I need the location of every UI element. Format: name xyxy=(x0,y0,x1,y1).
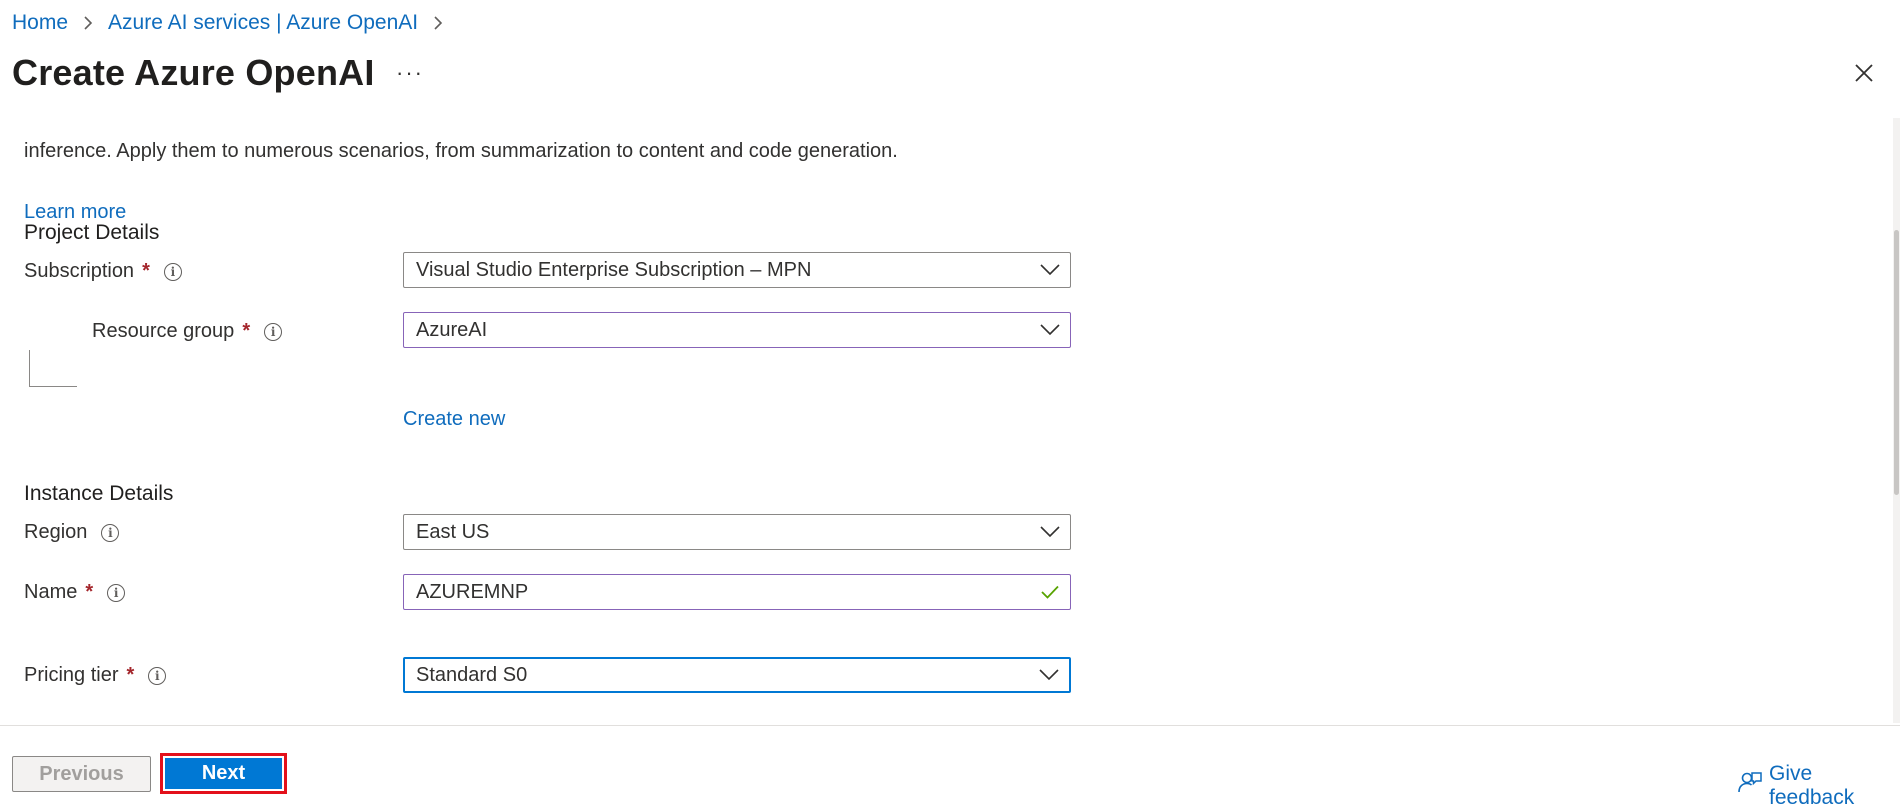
pricing-tier-value: Standard S0 xyxy=(416,663,528,686)
page-title: Create Azure OpenAI xyxy=(12,52,375,93)
info-icon[interactable]: i xyxy=(264,322,283,341)
required-asterisk: * xyxy=(85,581,94,603)
feedback-icon xyxy=(1737,770,1769,802)
close-icon[interactable] xyxy=(1852,61,1876,85)
clipped-text-line xyxy=(24,118,984,122)
required-asterisk: * xyxy=(142,260,150,282)
resource-group-label: Resource group * i xyxy=(92,320,283,343)
resource-group-value: AzureAI xyxy=(416,318,488,341)
tree-connector-horizontal xyxy=(29,386,77,387)
subscription-label-text: Subscription xyxy=(24,260,135,282)
chevron-down-icon xyxy=(1039,669,1059,681)
breadcrumb-azure-ai-services-link[interactable]: Azure AI services | Azure OpenAI xyxy=(108,11,418,35)
pricing-tier-label-text: Pricing tier xyxy=(24,664,119,686)
form-content[interactable]: inference. Apply them to numerous scenar… xyxy=(0,118,1900,723)
previous-button[interactable]: Previous xyxy=(12,756,151,792)
checkmark-icon xyxy=(1040,584,1060,600)
give-feedback-link[interactable]: Give feedback xyxy=(1737,762,1900,810)
next-button[interactable]: Next xyxy=(165,758,282,789)
scrollbar-thumb[interactable] xyxy=(1894,230,1899,495)
name-input[interactable]: AZUREMNP xyxy=(403,574,1071,610)
required-asterisk: * xyxy=(242,320,251,342)
info-icon[interactable]: i xyxy=(101,523,120,542)
give-feedback-text: Give feedback xyxy=(1769,762,1855,809)
chevron-right-icon xyxy=(82,15,94,31)
name-label-text: Name xyxy=(24,581,78,603)
subscription-value: Visual Studio Enterprise Subscription – … xyxy=(416,258,812,281)
pricing-tier-dropdown[interactable]: Standard S0 xyxy=(403,657,1071,693)
region-label: Region i xyxy=(24,521,120,544)
description-text: inference. Apply them to numerous scenar… xyxy=(24,140,898,162)
region-label-text: Region xyxy=(24,521,88,543)
region-dropdown[interactable]: East US xyxy=(403,514,1071,550)
region-value: East US xyxy=(416,520,490,543)
tree-connector-vertical xyxy=(29,350,30,386)
resource-group-label-text: Resource group xyxy=(92,320,235,342)
instance-details-heading: Instance Details xyxy=(24,482,174,505)
chevron-right-icon xyxy=(432,15,444,31)
footer-divider xyxy=(0,725,1900,726)
subscription-label: Subscription * i xyxy=(24,260,182,283)
name-label: Name * i xyxy=(24,581,126,604)
chevron-down-icon xyxy=(1040,526,1060,538)
name-value: AZUREMNP xyxy=(416,580,529,603)
chevron-down-icon xyxy=(1040,324,1060,336)
pricing-tier-label: Pricing tier * i xyxy=(24,664,167,687)
info-icon[interactable]: i xyxy=(107,583,126,602)
subscription-dropdown[interactable]: Visual Studio Enterprise Subscription – … xyxy=(403,252,1071,288)
resource-group-dropdown[interactable]: AzureAI xyxy=(403,312,1071,348)
info-icon[interactable]: i xyxy=(148,666,167,685)
chevron-down-icon xyxy=(1040,264,1060,276)
more-options-button[interactable]: ··· xyxy=(396,60,424,86)
info-icon[interactable]: i xyxy=(163,262,182,281)
required-asterisk: * xyxy=(126,664,135,686)
create-new-resource-group-link[interactable]: Create new xyxy=(403,408,505,431)
project-details-heading: Project Details xyxy=(24,221,160,244)
breadcrumb-home-link[interactable]: Home xyxy=(12,11,68,35)
breadcrumb: Home Azure AI services | Azure OpenAI xyxy=(12,11,458,35)
